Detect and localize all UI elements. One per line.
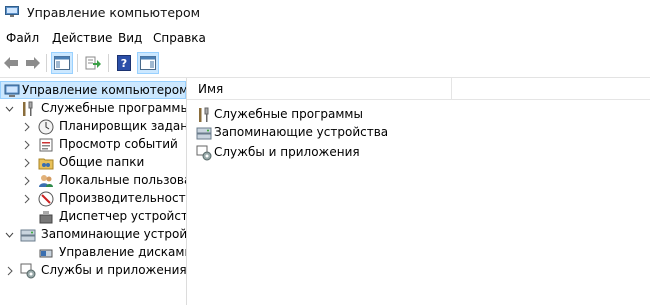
menu-bar: Файл Действие Вид Справка [0,29,650,49]
tree-item-label: Локальные пользователи и группы [59,173,186,187]
results-pane: Имя Служебные программы Запоминающие уст… [187,78,650,305]
list-item-label: Запоминающие устройства [214,125,389,139]
tree-item-local-users[interactable]: Локальные пользователи и группы [0,172,186,190]
tree-item-label: Общие папки [59,155,145,169]
title-bar: Управление компьютером [0,0,650,28]
event-viewer-icon [39,138,53,152]
toolbar-separator [108,54,109,72]
toolbar-separator [77,54,78,72]
chevron-right-icon[interactable] [22,175,31,187]
chevron-down-icon[interactable] [5,103,14,115]
toolbar-separator [46,54,47,72]
shared-folder-icon [38,158,54,170]
computer-management-icon [4,84,20,97]
chevron-right-icon[interactable] [22,193,31,205]
menu-action[interactable]: Действие [52,31,112,45]
menu-help[interactable]: Справка [153,31,206,45]
tree-item-label: Производительность [59,191,187,205]
menu-view[interactable]: Вид [118,31,142,45]
tree-root-label: Управление компьютером (локальным) [22,83,187,97]
storage-icon [20,229,36,242]
tree-item-label: Служебные программы [41,101,187,115]
tree-item-task-scheduler[interactable]: Планировщик заданий [0,118,187,136]
tree-item-label: Диспетчер устройств [59,209,187,223]
users-icon [39,175,53,187]
clock-icon [38,119,54,135]
tree-root-item[interactable]: Управление компьютером (локальным) [0,81,186,99]
forward-arrow-icon [26,57,40,69]
performance-icon [38,191,54,207]
chevron-right-icon[interactable] [5,265,14,277]
device-manager-icon [39,211,53,224]
chevron-right-icon[interactable] [22,139,31,151]
tree-item-event-viewer[interactable]: Просмотр событий [0,136,186,154]
services-icon [196,145,212,161]
chevron-right-icon[interactable] [22,121,31,133]
back-button[interactable] [0,52,22,74]
export-list-icon [85,56,101,70]
list-item-utilities[interactable]: Служебные программы [196,106,596,124]
services-icon [20,263,36,279]
action-pane-icon [140,56,156,70]
tools-icon [23,101,33,116]
window-title: Управление компьютером [27,5,201,20]
forward-button[interactable] [22,52,44,74]
show-hide-action-pane-button[interactable] [137,52,159,74]
tree-item-performance[interactable]: Производительность [0,190,187,208]
chevron-right-icon[interactable] [22,157,31,169]
console-tree-icon [54,56,70,70]
list-item-services-apps[interactable]: Службы и приложения [196,144,596,162]
tree-item-services-apps[interactable]: Службы и приложения [0,262,187,280]
tree-item-utilities[interactable]: Служебные программы [0,100,187,118]
tree-item-disk-management[interactable]: Управление дисками [0,244,187,262]
tree-item-label: Запоминающие устройства [41,227,187,241]
svg-text:?: ? [121,57,127,70]
help-button[interactable]: ? [113,52,135,74]
back-arrow-icon [4,57,18,69]
toolbar: ? [0,49,650,78]
tree-item-device-manager[interactable]: Диспетчер устройств [0,208,187,226]
disk-management-icon [39,249,53,258]
column-divider[interactable] [451,78,452,99]
tree-item-label: Планировщик заданий [59,119,187,133]
tree-item-label: Службы и приложения [41,263,187,277]
list-item-storage[interactable]: Запоминающие устройства [196,124,596,142]
console-tree: Управление компьютером (локальным) Служе… [0,78,187,305]
column-header-name[interactable]: Имя [187,78,650,100]
tree-item-label: Управление дисками [59,245,187,259]
tree-item-label: Просмотр событий [59,137,178,151]
tools-icon [199,107,209,122]
list-item-label: Службы и приложения [214,145,360,159]
list-item-label: Служебные программы [214,107,363,121]
show-hide-console-tree-button[interactable] [51,52,73,74]
column-header-label: Имя [198,82,224,96]
export-list-button[interactable] [82,52,104,74]
tree-item-storage[interactable]: Запоминающие устройства [0,226,187,244]
storage-icon [196,127,212,140]
menu-file[interactable]: Файл [6,31,39,45]
chevron-down-icon[interactable] [5,229,14,241]
help-icon: ? [117,55,131,71]
computer-management-icon [5,6,19,17]
tree-item-shared-folders[interactable]: Общие папки [0,154,186,172]
